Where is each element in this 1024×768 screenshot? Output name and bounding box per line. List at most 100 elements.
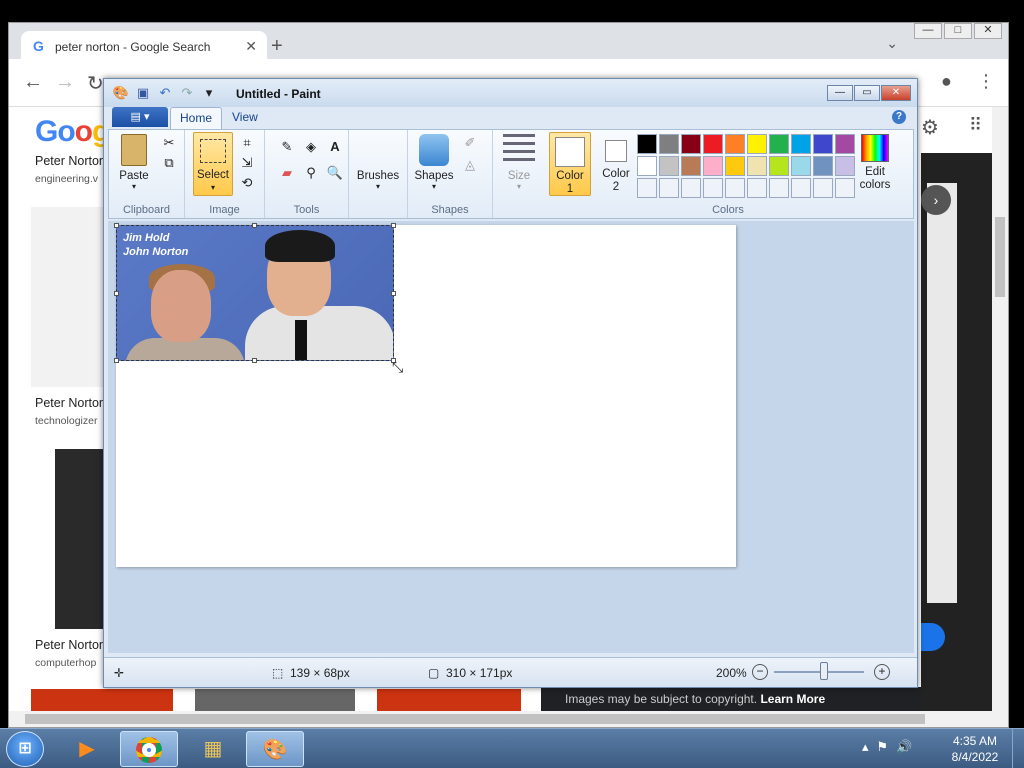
visit-button[interactable] [921,623,945,651]
vertical-scrollbar[interactable] [992,107,1008,713]
reload-icon[interactable]: ↻ [87,71,104,96]
scroll-thumb[interactable] [995,217,1005,297]
pasted-photo-selection[interactable]: Jim Hold John Norton [116,225,394,361]
result-title[interactable]: Peter Norton [35,396,106,410]
resize-handle[interactable] [114,223,119,228]
customize-toolbar-chevron-icon[interactable]: ▾ [200,85,218,101]
maximize-icon[interactable]: ▭ [854,85,880,101]
action-center-flag-icon[interactable]: ⚑ [877,739,889,755]
preview-image[interactable] [927,183,957,603]
back-icon[interactable]: ← [23,71,43,94]
menu-dots-icon[interactable]: ⋮ [977,71,995,92]
zoom-slider-track[interactable] [774,671,864,673]
photo-caption-line2: John Norton [123,246,189,258]
photo-caption-line1: Jim Hold [123,232,170,244]
resize-handle[interactable] [252,358,257,363]
tab-home[interactable]: Home [170,107,222,129]
ribbon-tabs: ▤ ▾ Home View ? [110,107,910,129]
learn-more-link[interactable]: Learn More [760,692,825,706]
zoom-out-icon[interactable]: − [752,664,768,680]
file-explorer-taskbar-icon[interactable]: ▦ [184,731,242,767]
minimize-icon[interactable]: — [827,85,853,101]
maximize-icon[interactable]: □ [944,23,972,39]
result-source: engineering.v [35,173,99,185]
color-picker-icon[interactable]: ⚲ [301,164,321,182]
size-button[interactable]: Size ▾ [499,134,539,191]
media-player-taskbar-icon[interactable]: ▶ [58,731,116,767]
help-icon[interactable]: ? [892,110,906,124]
volume-icon[interactable]: 🔊 [896,739,912,755]
result-thumbnail[interactable] [377,689,521,711]
text-icon[interactable]: A [325,138,345,156]
taskbar: ⊞ ▶ ▦ 🎨 ▴ ⚑ 🔊 4:35 AM 8/4/2022 [0,728,1024,768]
image-size: 310 × 171px [446,666,513,680]
copy-icon[interactable]: ⧉ [159,154,179,172]
resize-handle[interactable] [391,223,396,228]
tab-search-chevron-icon[interactable]: ⌄ [886,35,898,52]
paint-title-bar[interactable]: 🎨 ▣ ↶ ↷ ▾ Untitled - Paint — ▭ ✕ [104,79,917,107]
taskbar-clock[interactable]: 4:35 AM 8/4/2022 [940,733,1010,765]
start-button[interactable]: ⊞ [6,731,44,767]
close-icon[interactable]: ✕ [974,23,1002,39]
resize-handle[interactable] [391,291,396,296]
quick-access-toolbar: 🎨 ▣ ↶ ↷ ▾ [112,85,218,101]
brushes-button[interactable]: Brushes ▾ [355,134,401,191]
apps-grid-icon[interactable]: ⠿ [969,115,982,136]
resize-handle[interactable] [114,358,119,363]
result-title[interactable]: Peter Norton [35,638,106,652]
file-menu-button[interactable]: ▤ ▾ [112,107,168,127]
drawing-canvas[interactable]: Jim Hold John Norton ⤡ [114,223,736,567]
result-thumbnail[interactable] [31,689,173,711]
rotate-icon[interactable]: ⟲ [237,174,257,192]
resize-handle[interactable] [252,223,257,228]
save-icon[interactable]: ▣ [134,85,152,101]
chrome-taskbar-button[interactable] [120,731,178,767]
pencil-icon[interactable]: ✎ [277,138,297,156]
undo-icon[interactable]: ↶ [156,85,174,101]
chevron-down-icon: ▾ [431,182,436,191]
select-button[interactable]: Select ▾ [193,132,233,196]
resize-icon[interactable]: ⇲ [237,154,257,172]
show-desktop-button[interactable] [1012,729,1024,768]
minimize-icon[interactable]: — [914,23,942,39]
tab-view[interactable]: View [232,110,258,124]
chevron-down-icon: ▾ [210,183,215,192]
close-icon[interactable]: ✕ [881,85,911,101]
outline-icon[interactable]: ✐ [460,134,480,152]
status-bar: ✛ ⬚ 139 × 68px ▢ 310 × 171px 200% − + [104,657,917,687]
forward-icon[interactable]: → [55,71,75,94]
chrome-tab[interactable]: G peter norton - Google Search ✕ [21,31,267,61]
zoom-slider-thumb[interactable] [820,662,828,680]
crop-icon[interactable]: ⌗ [237,134,257,152]
shapes-button[interactable]: Shapes ▾ [412,134,456,191]
horizontal-scrollbar[interactable] [9,711,1008,727]
paste-button[interactable]: Paste ▾ [115,134,153,191]
ribbon-home: Paste ▾ ✂ ⧉ Clipboard Image Select ▾ ⌗ ⇲… [108,129,914,219]
selection-size: 139 × 68px [290,666,350,680]
fill-bucket-icon[interactable]: ◈ [301,138,321,156]
next-arrow-icon[interactable]: › [921,185,951,215]
brush-icon [363,134,393,166]
resize-cursor-icon: ⤡ [392,359,404,375]
result-title[interactable]: Peter Norton [35,154,106,168]
fill-icon[interactable]: ◬ [460,156,480,174]
scroll-thumb[interactable] [25,714,925,724]
result-image[interactable] [31,207,105,387]
tray-chevron-icon[interactable]: ▴ [862,739,869,755]
profile-icon[interactable]: ● [941,71,952,92]
cut-icon[interactable]: ✂ [159,134,179,152]
zoom-in-icon[interactable]: + [874,664,890,680]
eraser-icon[interactable]: ▰ [277,164,297,182]
photo-person-right-hair [265,230,335,262]
redo-icon[interactable]: ↷ [178,85,196,101]
new-tab-icon[interactable]: + [271,35,283,58]
result-thumbnail[interactable] [195,689,355,711]
result-image[interactable] [55,449,105,629]
paint-taskbar-icon[interactable]: 🎨 [246,731,304,767]
settings-gear-icon[interactable]: ⚙ [921,115,939,140]
resize-handle[interactable] [114,291,119,296]
paint-app-icon[interactable]: 🎨 [112,85,130,101]
magnifier-icon[interactable]: 🔍 [325,164,345,182]
google-logo[interactable]: Goog [35,115,110,149]
close-tab-icon[interactable]: ✕ [245,38,257,55]
